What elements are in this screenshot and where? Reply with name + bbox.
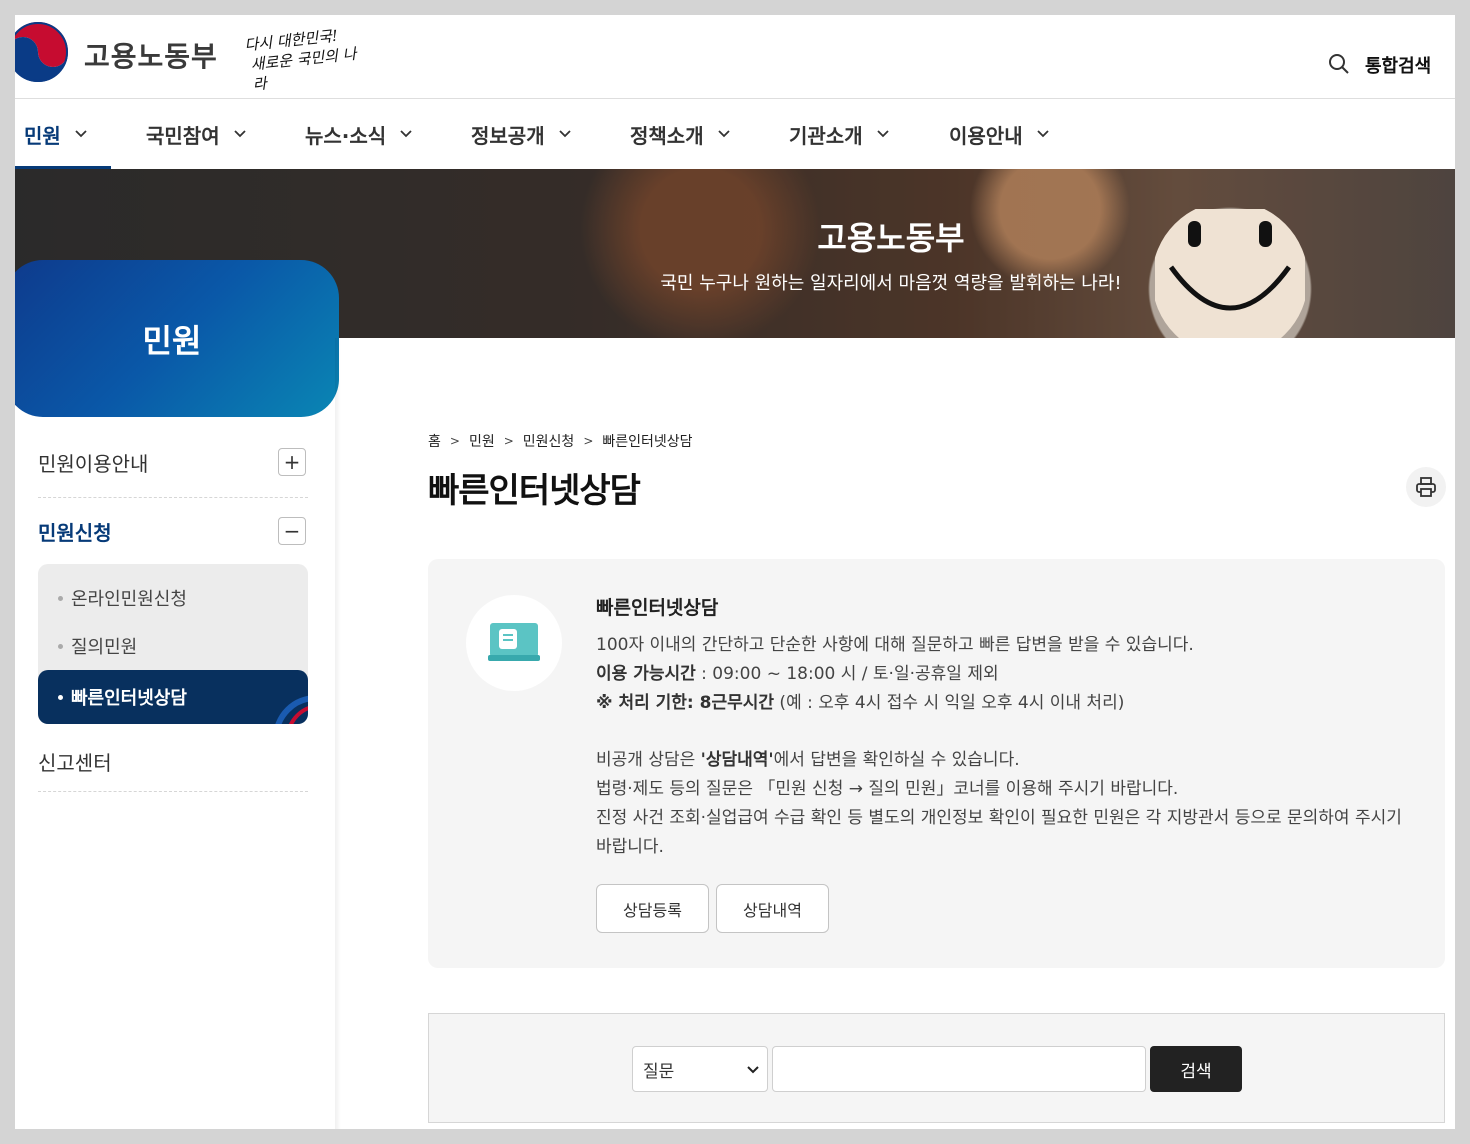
browser-frame: 고용노동부 다시 대한민국! 새로운 국민의 나라 통합검색 민원 국민참여 뉴… xyxy=(0,0,1470,1144)
nav-label: 정보공개 xyxy=(471,123,545,148)
government-emblem-icon[interactable] xyxy=(15,19,71,85)
bullet-icon xyxy=(58,694,63,700)
slogan: 다시 대한민국! 새로운 국민의 나라 xyxy=(244,23,369,94)
nav-item-policy[interactable]: 정책소개 xyxy=(630,99,730,169)
side-item-civil-apply[interactable]: 민원신청 − xyxy=(38,498,308,564)
brand-name[interactable]: 고용노동부 xyxy=(84,35,218,75)
register-consult-button[interactable]: 상담등록 xyxy=(596,884,709,933)
page: 고용노동부 다시 대한민국! 새로운 국민의 나라 통합검색 민원 국민참여 뉴… xyxy=(15,15,1455,1129)
swoosh-icon xyxy=(275,695,308,724)
nav-label: 정책소개 xyxy=(630,123,704,148)
chevron-right-icon: > xyxy=(449,434,460,448)
nav-label: 국민참여 xyxy=(146,123,220,148)
sub-item-online-apply[interactable]: 온라인민원신청 xyxy=(38,574,308,622)
chevron-right-icon: > xyxy=(583,434,594,448)
private-note-pre: 비공개 상담은 xyxy=(596,750,701,770)
info-body: 빠른인터넷상담 100자 이내의 간단하고 단순한 사항에 대해 질문하고 빠른… xyxy=(596,595,1416,862)
printer-icon xyxy=(1416,477,1436,497)
chevron-down-icon xyxy=(1036,130,1049,138)
breadcrumb-civil[interactable]: 민원 xyxy=(469,431,495,451)
bullet-icon xyxy=(58,595,63,601)
collapse-button[interactable]: − xyxy=(278,517,306,545)
info-title: 빠른인터넷상담 xyxy=(596,597,719,619)
breadcrumb: 홈 > 민원 > 민원신청 > 빠른인터넷상담 xyxy=(428,431,693,451)
sub-item-label: 온라인민원신청 xyxy=(71,589,187,610)
banner-title: 고용노동부 xyxy=(817,219,965,257)
breadcrumb-civil-apply[interactable]: 민원신청 xyxy=(523,431,575,451)
service-hours-value: : 09:00 ~ 18:00 시 / 토·일·공휴일 제외 xyxy=(695,664,999,684)
chevron-right-icon: > xyxy=(503,434,514,448)
case-note: 진정 사건 조회·실업급여 수급 확인 등 별도의 개인정보 확인이 필요한 민… xyxy=(596,808,1402,857)
private-note: 비공개 상담은 '상담내역'에서 답변을 확인하실 수 있습니다. xyxy=(596,746,1416,775)
chevron-down-icon xyxy=(400,130,412,138)
private-note-post: 에서 답변을 확인하실 수 있습니다. xyxy=(773,750,1020,770)
select-value: 질문 xyxy=(643,1061,675,1082)
laptop-chat-icon xyxy=(488,623,540,661)
side-nav-header: 민원 xyxy=(15,260,339,417)
processing-deadline-value: (예 : 오후 4시 접수 시 익일 오후 4시 이내 처리) xyxy=(774,693,1125,713)
main-nav: 민원 국민참여 뉴스·소식 정보공개 정책소개 기관소개 이용안내 xyxy=(15,99,1455,169)
side-item-label: 민원신청 xyxy=(38,520,112,545)
chevron-down-icon xyxy=(558,130,571,138)
sub-item-label: 질의민원 xyxy=(71,637,138,658)
search-panel: 질문 검색 xyxy=(428,1013,1445,1123)
side-nav: 민원이용안내 + 민원신청 − 온라인민원신청 질의민원 빠른인터넷상담 신고센… xyxy=(38,427,308,792)
action-buttons: 상담등록 상담내역 xyxy=(596,884,829,933)
side-item-label: 민원이용안내 xyxy=(38,451,149,476)
service-hours: 이용 가능시간 : 09:00 ~ 18:00 시 / 토·일·공휴일 제외 xyxy=(596,660,1416,689)
nav-item-civil[interactable]: 민원 xyxy=(15,99,111,169)
nav-item-news[interactable]: 뉴스·소식 xyxy=(305,99,412,169)
search-icon[interactable] xyxy=(1328,53,1350,75)
unified-search-link[interactable]: 통합검색 xyxy=(1365,52,1431,78)
consult-history-button[interactable]: 상담내역 xyxy=(716,884,829,933)
processing-deadline: ※ 처리 기한: 8근무시간 (예 : 오후 4시 접수 시 익일 오후 4시 … xyxy=(596,689,1416,718)
page-title: 빠른인터넷상담 xyxy=(428,471,641,511)
nav-label: 민원 xyxy=(24,123,61,148)
breadcrumb-home[interactable]: 홈 xyxy=(428,431,441,451)
sub-item-quick-consult[interactable]: 빠른인터넷상담 xyxy=(38,670,308,724)
nav-item-guide[interactable]: 이용안내 xyxy=(949,99,1049,169)
print-button[interactable] xyxy=(1406,467,1446,507)
nav-item-participation[interactable]: 국민참여 xyxy=(146,99,246,169)
sub-item-inquiry[interactable]: 질의민원 xyxy=(38,622,308,670)
side-item-civil-guide[interactable]: 민원이용안내 + xyxy=(38,427,308,498)
breadcrumb-current: 빠른인터넷상담 xyxy=(602,434,693,450)
side-nav-title: 민원 xyxy=(142,321,202,360)
site-header: 고용노동부 다시 대한민국! 새로운 국민의 나라 통합검색 xyxy=(15,15,1455,99)
service-hours-label: 이용 가능시간 xyxy=(596,664,696,684)
chat-document-icon xyxy=(466,595,562,691)
nav-item-organization[interactable]: 기관소개 xyxy=(789,99,889,169)
nav-label: 이용안내 xyxy=(949,123,1023,148)
search-input[interactable] xyxy=(772,1046,1146,1092)
chevron-down-icon xyxy=(75,130,87,138)
expand-button[interactable]: + xyxy=(278,448,306,476)
nav-item-disclosure[interactable]: 정보공개 xyxy=(471,99,571,169)
info-description: 100자 이내의 간단하고 단순한 사항에 대해 질문하고 빠른 답변을 받을 … xyxy=(596,635,1194,655)
side-divider xyxy=(335,338,341,1129)
processing-deadline-label: ※ 처리 기한: 8근무시간 xyxy=(596,693,775,713)
private-note-bold: '상담내역' xyxy=(700,750,774,770)
nav-label: 뉴스·소식 xyxy=(305,123,387,148)
sub-item-label: 빠른인터넷상담 xyxy=(71,688,187,709)
service-info-box: 빠른인터넷상담 100자 이내의 간단하고 단순한 사항에 대해 질문하고 빠른… xyxy=(428,559,1445,968)
nav-label: 기관소개 xyxy=(789,123,863,148)
bullet-icon xyxy=(58,643,63,649)
side-item-report-center[interactable]: 신고센터 xyxy=(38,732,308,792)
law-note: 법령·제도 등의 질문은 「민원 신청 → 질의 민원」코너를 이용해 주시기 … xyxy=(596,779,1179,799)
chevron-down-icon xyxy=(717,130,730,138)
search-button[interactable]: 검색 xyxy=(1150,1046,1242,1092)
chevron-down-icon xyxy=(747,1066,759,1074)
side-submenu: 온라인민원신청 질의민원 빠른인터넷상담 xyxy=(38,564,308,724)
chevron-down-icon xyxy=(233,130,246,138)
side-item-label: 신고센터 xyxy=(38,751,112,775)
search-type-select[interactable]: 질문 xyxy=(632,1046,768,1092)
chevron-down-icon xyxy=(876,130,889,138)
